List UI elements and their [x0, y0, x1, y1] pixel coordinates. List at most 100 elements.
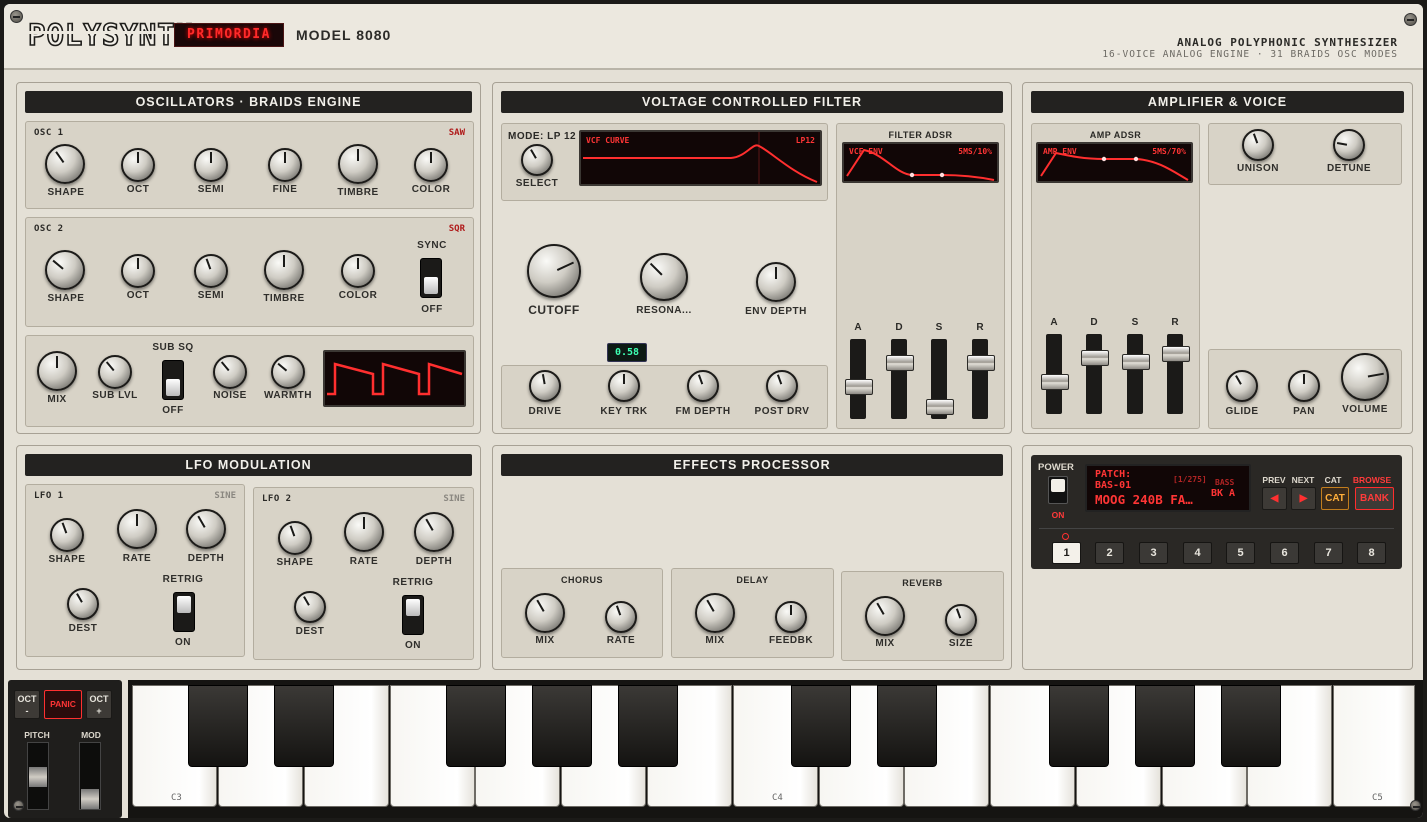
header: POLYSYNTH PRIMORDIA MODEL 8080 ANALOG PO… [4, 4, 1423, 70]
chorus-mix-knob[interactable] [525, 593, 565, 633]
noise-knob[interactable] [213, 355, 247, 389]
filter-sustain-slider[interactable] [926, 339, 954, 419]
mod-wheel[interactable] [79, 742, 101, 810]
osc1-shape-knob[interactable] [45, 144, 85, 184]
patch-slot-7[interactable]: 7 [1314, 542, 1343, 564]
subsq-switch[interactable] [162, 360, 184, 400]
pan-knob[interactable] [1288, 370, 1320, 402]
amp-attack-slider[interactable] [1041, 334, 1069, 414]
lfo1-rate-knob[interactable] [117, 509, 157, 549]
divider [1039, 528, 1394, 529]
panic-button[interactable]: PANIC [44, 690, 82, 719]
filter-attack-slider[interactable] [845, 339, 873, 419]
amp-decay-slider[interactable] [1081, 334, 1109, 414]
filter-env-display: VCF ENV 5MS/10% [842, 142, 999, 183]
fm-depth-knob[interactable] [687, 370, 719, 402]
lfo2-depth-knob[interactable] [414, 512, 454, 552]
osc2-timbre-knob[interactable] [264, 250, 304, 290]
osc1-color-knob[interactable] [414, 148, 448, 182]
patch-slot-5[interactable]: 5 [1226, 542, 1255, 564]
filter-title: VOLTAGE CONTROLLED FILTER [501, 91, 1003, 113]
patch-slot-8[interactable]: 8 [1357, 542, 1386, 564]
black-key[interactable] [1049, 685, 1109, 767]
black-key[interactable] [791, 685, 851, 767]
patch-slot-1[interactable]: 1 [1052, 542, 1081, 564]
bank-button[interactable]: BANK [1355, 487, 1394, 510]
sync-state: OFF [421, 304, 443, 315]
black-key[interactable] [1135, 685, 1195, 767]
subsq-state: OFF [162, 405, 184, 416]
filter-select-knob[interactable] [521, 144, 553, 176]
osc1-oct-knob[interactable] [121, 148, 155, 182]
patch-slot-6[interactable]: 6 [1270, 542, 1299, 564]
key-trk-knob[interactable] [608, 370, 640, 402]
delay-mix-knob[interactable] [695, 593, 735, 633]
pitch-wheel[interactable] [27, 742, 49, 810]
black-key[interactable] [446, 685, 506, 767]
patch-slot-4[interactable]: 4 [1183, 542, 1212, 564]
lfo1-depth-knob[interactable] [186, 509, 226, 549]
slot-led-icon [1062, 533, 1069, 540]
lfo1-retrig-switch[interactable] [173, 592, 195, 632]
black-key[interactable] [188, 685, 248, 767]
filter-decay-slider[interactable] [886, 339, 914, 419]
black-key[interactable] [532, 685, 592, 767]
black-key[interactable] [1221, 685, 1281, 767]
glide-knob[interactable] [1226, 370, 1258, 402]
black-key[interactable] [877, 685, 937, 767]
osc1-semi-knob[interactable] [194, 148, 228, 182]
lfo1-dest-knob[interactable] [67, 588, 99, 620]
lfo2-retrig-switch[interactable] [402, 595, 424, 635]
osc1-fine-knob[interactable] [268, 148, 302, 182]
chorus-rate-knob[interactable] [605, 601, 637, 633]
lfo1-shape-knob[interactable] [50, 518, 84, 552]
filter-r-label: R [976, 322, 984, 333]
osc2-oct-knob[interactable] [121, 254, 155, 288]
next-button[interactable]: ▶ [1291, 487, 1316, 510]
oct-up-button[interactable]: OCT + [86, 690, 112, 719]
osc2-shape-knob[interactable] [45, 250, 85, 290]
prev-button[interactable]: ◀ [1262, 487, 1287, 510]
reverb-mix-knob[interactable] [865, 596, 905, 636]
white-key[interactable]: C5 [1333, 685, 1415, 807]
power-switch[interactable] [1048, 476, 1068, 504]
osc2-semi-knob[interactable] [194, 254, 228, 288]
lfo1-retrig-state: ON [175, 637, 191, 648]
sub-lvl-knob[interactable] [98, 355, 132, 389]
lfo2-wave: SINE [443, 494, 465, 504]
filter-release-slider[interactable] [967, 339, 995, 419]
black-key[interactable] [274, 685, 334, 767]
env-depth-knob[interactable] [756, 262, 796, 302]
key-label-c3: C3 [171, 793, 182, 803]
resonance-knob[interactable] [640, 253, 688, 301]
cutoff-label: CUTOFF [528, 303, 580, 317]
osc2-color-knob[interactable] [341, 254, 375, 288]
warmth-knob[interactable] [271, 355, 305, 389]
unison-knob[interactable] [1242, 129, 1274, 161]
patch-slot-2[interactable]: 2 [1095, 542, 1124, 564]
amp-sustain-slider[interactable] [1122, 334, 1150, 414]
post-drv-knob[interactable] [766, 370, 798, 402]
lfo2-rate-knob[interactable] [344, 512, 384, 552]
lfo2-dest-knob[interactable] [294, 591, 326, 623]
key-label-c5: C5 [1372, 793, 1383, 803]
filter-a-label: A [854, 322, 862, 333]
patch-slot-3[interactable]: 3 [1139, 542, 1168, 564]
cat-label: CAT [1324, 475, 1342, 485]
volume-knob[interactable] [1341, 353, 1389, 401]
sync-switch[interactable] [420, 258, 442, 298]
amp-release-slider[interactable] [1162, 334, 1190, 414]
black-key[interactable] [618, 685, 678, 767]
detune-knob[interactable] [1333, 129, 1365, 161]
drive-knob[interactable] [529, 370, 561, 402]
osc1-timbre-knob[interactable] [338, 144, 378, 184]
cutoff-knob[interactable] [527, 244, 581, 298]
delay-feedbk-knob[interactable] [775, 601, 807, 633]
cat-button[interactable]: CAT [1321, 487, 1349, 510]
oct-down-button[interactable]: OCT - [14, 690, 40, 719]
patch-name: MOOG 240B FA… [1095, 492, 1193, 507]
mix-knob[interactable] [37, 351, 77, 391]
unison-label: UNISON [1237, 163, 1279, 174]
lfo2-shape-knob[interactable] [278, 521, 312, 555]
reverb-size-knob[interactable] [945, 604, 977, 636]
